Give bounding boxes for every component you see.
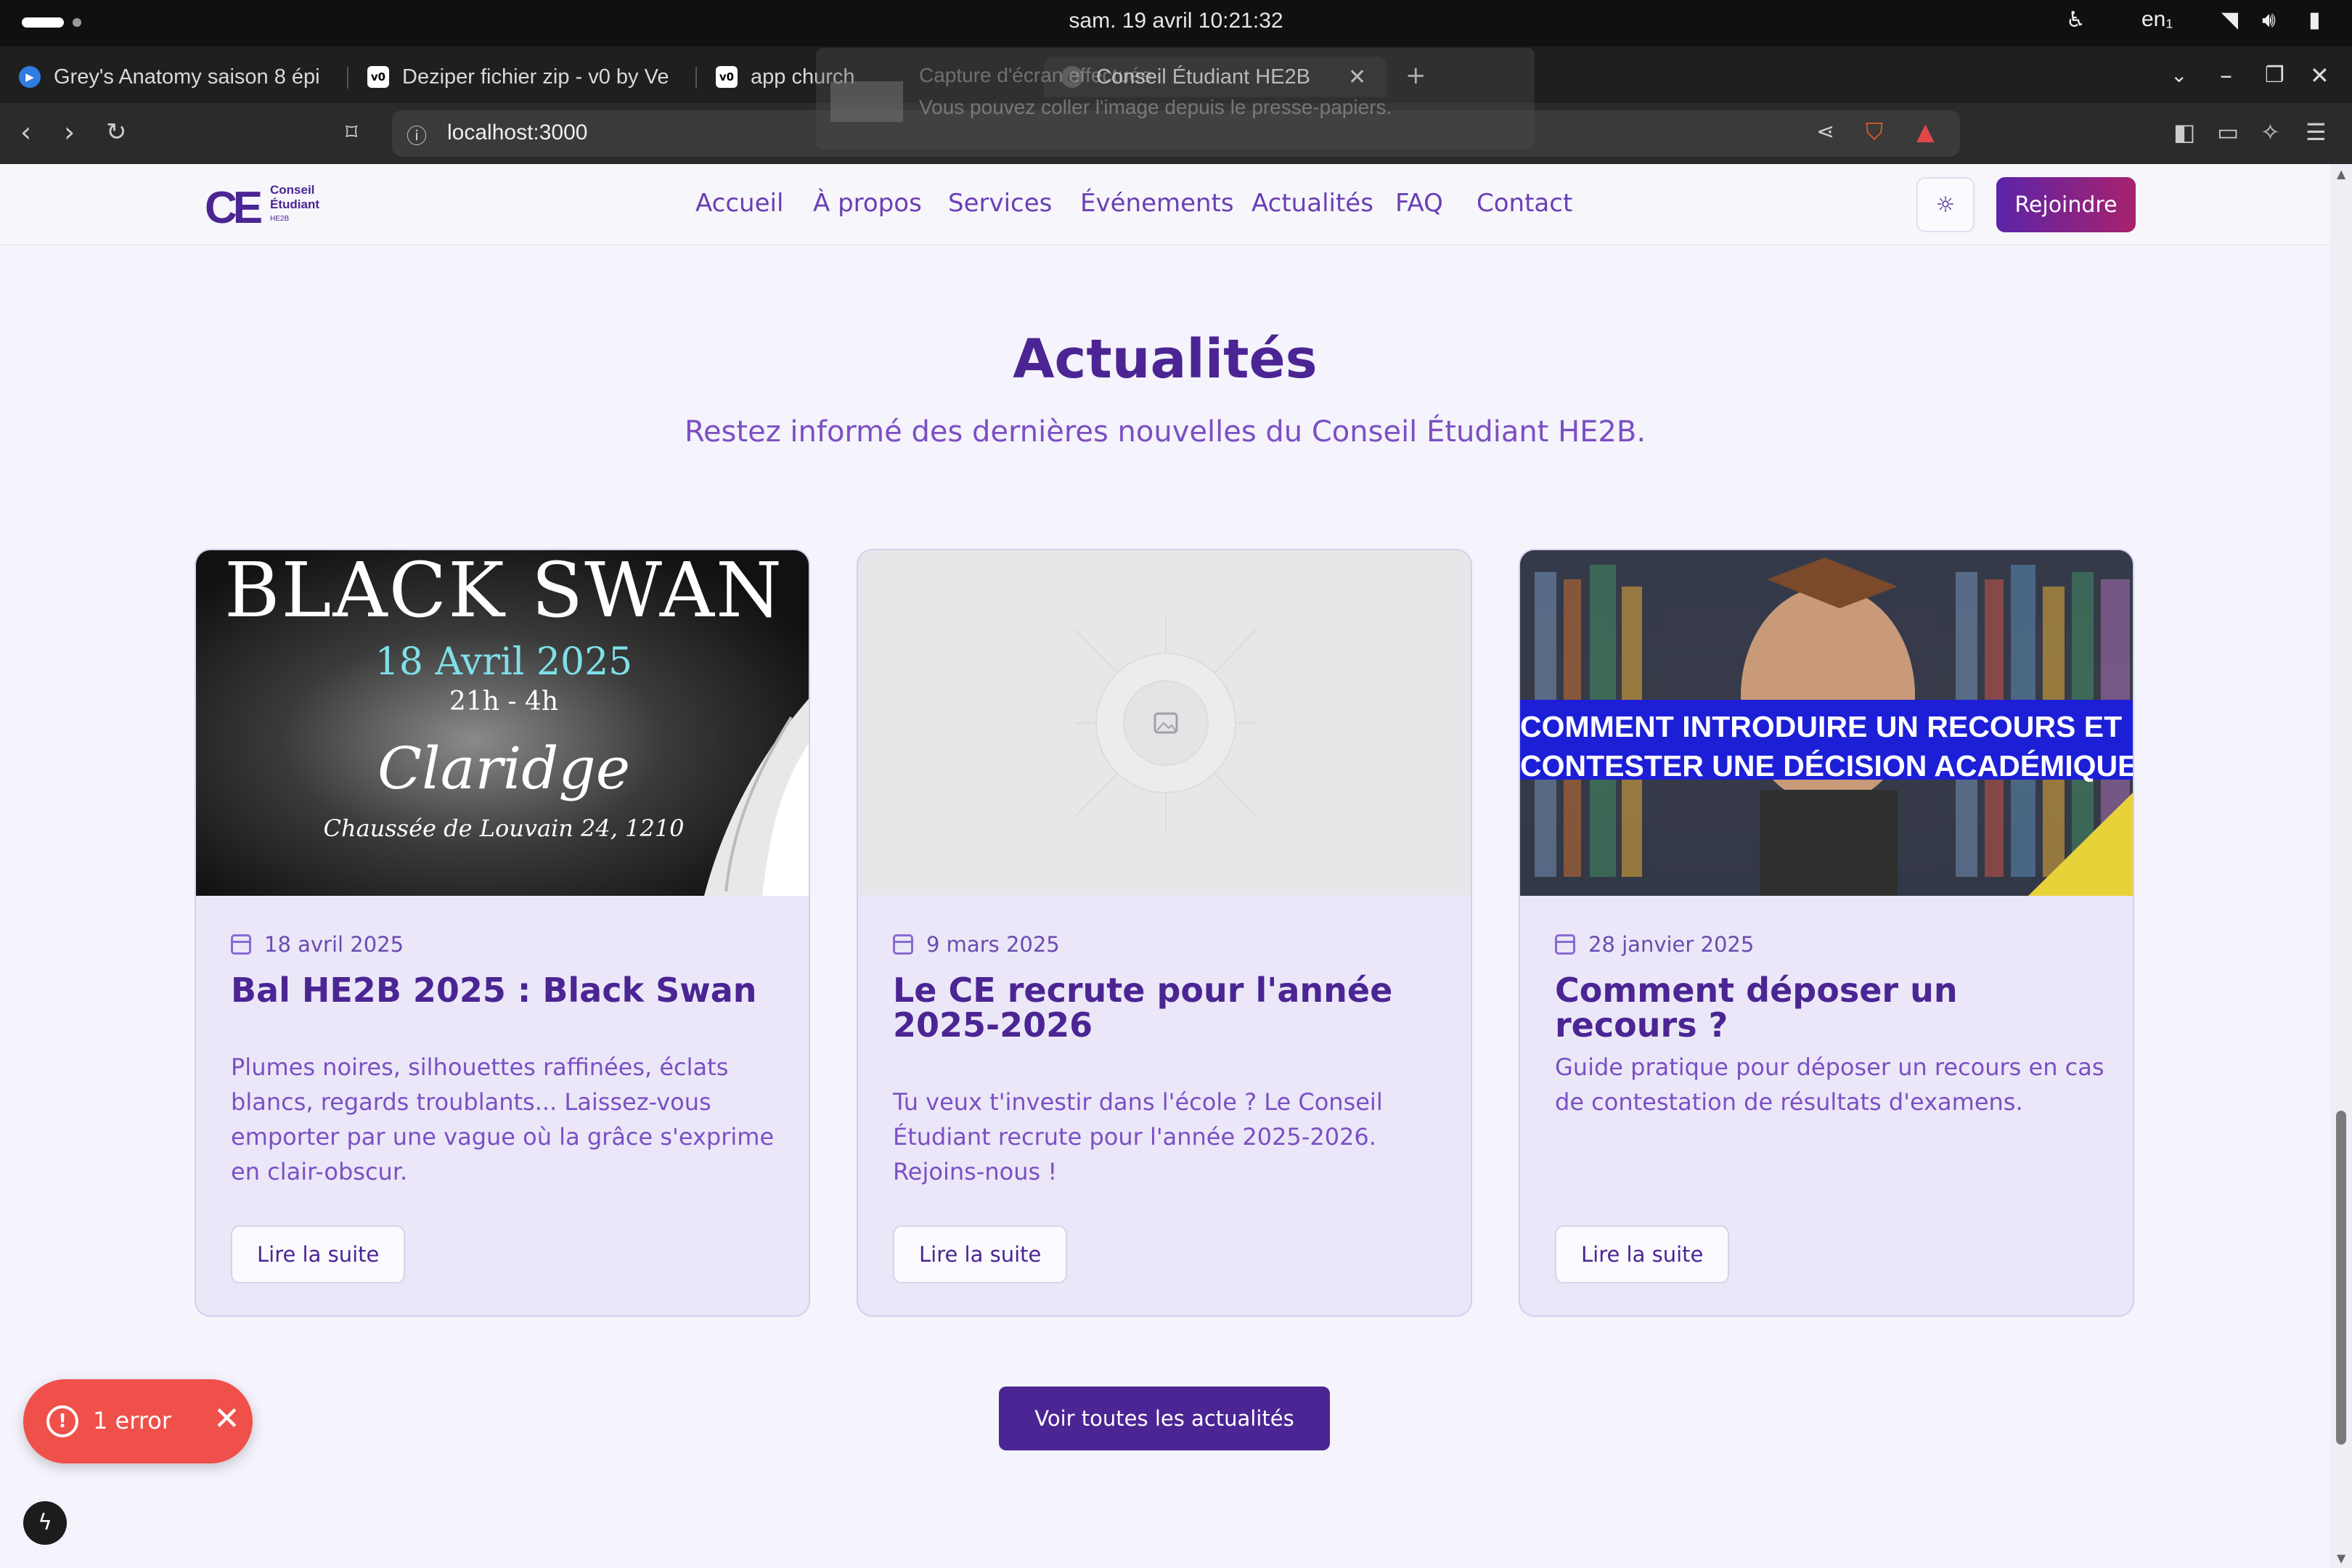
keyboard-layout[interactable]: en₁ <box>2141 7 2173 32</box>
calendar-icon <box>893 934 913 955</box>
join-button[interactable]: Rejoindre <box>1996 177 2136 232</box>
card-date: 28 janvier 2025 <box>1555 932 1754 957</box>
banner-text: COMMENT INTRODUIRE UN RECOURS ET CONTEST… <box>1520 707 2134 785</box>
notification-title: Capture d'écran effectuée <box>919 64 1152 86</box>
logo-mark[interactable]: CE <box>205 186 263 231</box>
os-top-bar: sam. 19 avril 10:21:32 ♿ en₁ ◥ 🔊︎ ▮ <box>0 0 2352 46</box>
sun-icon: ☼ <box>1935 192 1956 218</box>
card-title[interactable]: Bal HE2B 2025 : Black Swan <box>231 973 783 1008</box>
forward-icon[interactable]: › <box>64 116 75 148</box>
poster-title: BLACK SWAN <box>224 550 783 634</box>
wallet-icon[interactable]: ▭ <box>2217 116 2239 148</box>
error-toast[interactable]: ! 1 error ✕ <box>23 1379 253 1463</box>
minimize-icon[interactable]: – <box>2220 61 2232 90</box>
brave-rewards-icon[interactable]: ▲ <box>1916 118 1935 145</box>
url-text[interactable]: localhost:3000 <box>447 121 587 145</box>
card-excerpt: Guide pratique pour déposer un recours e… <box>1555 1053 2104 1116</box>
nav-evenements[interactable]: Événements <box>1080 189 1234 218</box>
nav-actualites[interactable]: Actualités <box>1251 189 1373 218</box>
poster-venue: Claridge <box>377 735 631 802</box>
placeholder-graphic <box>1075 616 1257 830</box>
calendar-icon <box>1555 934 1575 955</box>
sidebar-icon[interactable]: ◧ <box>2173 116 2195 148</box>
section-subtitle: Restez informé des dernières nouvelles d… <box>684 415 1646 449</box>
scrollbar-thumb[interactable] <box>2336 1111 2346 1445</box>
logo-text[interactable]: Conseil Étudiant HE2B <box>270 183 319 226</box>
screenshot-thumbnail <box>830 81 903 122</box>
tab-separator <box>347 67 348 89</box>
nav-faq[interactable]: FAQ <box>1395 189 1443 218</box>
view-all-news-button[interactable]: Voir toutes les actualités <box>999 1387 1330 1450</box>
nav-a-propos[interactable]: À propos <box>813 189 922 218</box>
v0-icon: v0 <box>716 66 738 88</box>
news-card[interactable]: COMMENT INTRODUIRE UN RECOURS ET CONTEST… <box>1519 549 2134 1317</box>
news-card[interactable]: 9 mars 2025 Le CE recrute pour l'année 2… <box>857 549 1472 1317</box>
card-title[interactable]: Comment déposer un recours ? <box>1555 973 2107 1042</box>
error-count[interactable]: 1 error <box>93 1407 171 1434</box>
notification-body: Vous pouvez coller l'image depuis le pre… <box>919 96 1392 118</box>
page-scrollbar[interactable]: ▲ ▼ <box>2330 164 2352 1568</box>
close-window-icon[interactable]: ✕ <box>2310 61 2329 90</box>
poster-address: Chaussée de Louvain 24, 1210 <box>323 814 685 842</box>
card-title[interactable]: Le CE recrute pour l'année 2025-2026 <box>893 973 1445 1042</box>
accessibility-icon[interactable]: ♿ <box>2066 7 2086 33</box>
scroll-up-icon[interactable]: ▲ <box>2337 167 2345 181</box>
bookmark-icon[interactable]: ⌑ <box>346 116 357 148</box>
read-more-button[interactable]: Lire la suite <box>231 1225 406 1283</box>
tab-search-chevron-icon[interactable]: ⌄ <box>2171 61 2187 90</box>
close-icon[interactable]: ✕ <box>213 1401 240 1437</box>
recours-banner-image[interactable]: COMMENT INTRODUIRE UN RECOURS ET CONTEST… <box>1520 550 2134 896</box>
alert-icon: ! <box>46 1405 78 1437</box>
black-swan-poster[interactable]: BLACK SWAN 18 Avril 2025 21h - 4h Clarid… <box>196 550 809 896</box>
nav-services[interactable]: Services <box>948 189 1052 218</box>
battery-icon[interactable]: ▮ <box>2308 7 2321 33</box>
v0-icon: v0 <box>367 66 389 88</box>
tab-label: Grey's Anatomy saison 8 épi <box>54 65 320 89</box>
nav-contact[interactable]: Contact <box>1477 189 1572 218</box>
card-date-text: 9 mars 2025 <box>926 932 1060 957</box>
restore-icon[interactable]: ❐ <box>2265 61 2284 90</box>
wifi-icon[interactable]: ◥ <box>2221 7 2238 33</box>
system-clock[interactable]: sam. 19 avril 10:21:32 <box>0 9 2352 33</box>
read-more-button[interactable]: Lire la suite <box>893 1225 1068 1283</box>
tab-deziper[interactable]: v0 Deziper fichier zip - v0 by Ve <box>367 57 679 97</box>
poster-date: 18 Avril 2025 <box>375 640 633 684</box>
poster-hours: 21h - 4h <box>449 687 559 716</box>
tab-separator <box>695 67 697 89</box>
logo-line-1: Conseil <box>270 183 315 197</box>
card-date-text: 18 avril 2025 <box>264 932 404 957</box>
news-card[interactable]: BLACK SWAN 18 Avril 2025 21h - 4h Clarid… <box>195 549 810 1317</box>
nav-accueil[interactable]: Accueil <box>695 189 783 218</box>
banner-line-2: CONTESTER UNE DÉCISION ACADÉMIQUE <box>1520 749 2134 783</box>
site-info-icon[interactable]: ⓘ <box>407 121 427 150</box>
tab-greys-anatomy[interactable]: ▶ Grey's Anatomy saison 8 épi <box>19 57 338 97</box>
scroll-down-icon[interactable]: ▼ <box>2337 1551 2345 1565</box>
screenshot-notification: Capture d'écran effectuée Vous pouvez co… <box>816 48 1535 150</box>
section-title: Actualités <box>1013 328 1318 391</box>
menu-icon[interactable]: ☰ <box>2306 116 2327 148</box>
read-more-button[interactable]: Lire la suite <box>1555 1225 1730 1283</box>
calendar-icon <box>231 934 251 955</box>
card-date: 18 avril 2025 <box>231 932 404 957</box>
card-date-text: 28 janvier 2025 <box>1588 932 1755 957</box>
share-icon[interactable]: ⋖ <box>1816 119 1834 144</box>
card-excerpt: Plumes noires, silhouettes raffinées, éc… <box>231 1053 775 1185</box>
banner-line-1: COMMENT INTRODUIRE UN RECOURS ET <box>1520 710 2123 743</box>
play-icon: ▶ <box>19 66 41 88</box>
tab-label: Deziper fichier zip - v0 by Ve <box>402 65 669 89</box>
back-icon[interactable]: ‹ <box>20 116 31 148</box>
brave-shield-icon[interactable]: ⛉ <box>1866 118 1883 146</box>
volume-icon[interactable]: 🔊︎ <box>2262 7 2276 33</box>
site-header: CE Conseil Étudiant HE2B Accueil À propo… <box>0 164 2330 245</box>
logo-line-2: Étudiant <box>270 197 319 211</box>
image-placeholder[interactable] <box>858 550 1471 896</box>
lightning-icon[interactable]: ϟ <box>23 1501 67 1545</box>
theme-toggle-button[interactable]: ☼ <box>1916 177 1975 232</box>
leo-ai-icon[interactable]: ✧ <box>2261 116 2280 148</box>
card-date: 9 mars 2025 <box>893 932 1060 957</box>
card-excerpt: Tu veux t'investir dans l'école ? Le Con… <box>893 1088 1383 1185</box>
reload-icon[interactable]: ↻ <box>106 116 127 148</box>
logo-line-3: HE2B <box>270 215 290 223</box>
